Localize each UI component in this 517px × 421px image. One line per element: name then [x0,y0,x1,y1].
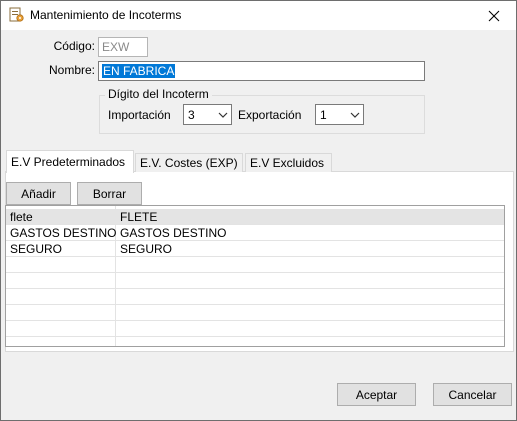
nombre-field[interactable]: EN FABRICA [98,61,425,81]
empty-row[interactable] [6,305,504,321]
importacion-select[interactable]: 3 [183,104,232,125]
extra-expenses-grid[interactable]: flete FLETE GASTOS DESTINO GASTOS DESTIN… [5,205,505,347]
exportacion-value: 1 [320,108,327,122]
tab-label: E.V Excluidos [250,156,325,170]
title-bar: Mantenimiento de Incoterms [1,1,516,30]
delete-button[interactable]: Borrar [77,182,142,205]
codigo-value: EXW [102,40,130,54]
window-title: Mantenimiento de Incoterms [30,8,182,22]
row-code: GASTOS DESTINO [10,226,117,240]
chevron-down-icon [218,112,228,118]
importacion-label: Importación [108,108,171,122]
row-code: flete [10,210,33,224]
table-row[interactable]: flete FLETE [6,209,504,225]
app-icon [8,7,24,23]
empty-row[interactable] [6,273,504,289]
accept-button[interactable]: Aceptar [337,383,416,406]
nombre-label: Nombre: [48,63,95,77]
row-name: GASTOS DESTINO [120,226,227,240]
codigo-label: Código: [53,39,95,53]
table-row[interactable]: GASTOS DESTINO GASTOS DESTINO [6,225,504,241]
row-name: FLETE [120,210,158,224]
exportacion-select[interactable]: 1 [315,104,364,125]
tab-label: E.V Predeterminados [11,155,126,169]
tab-ev-excluidos[interactable]: E.V Excluidos [245,153,332,172]
empty-row[interactable] [6,321,504,337]
add-button[interactable]: Añadir [6,182,71,205]
table-row[interactable]: SEGURO SEGURO [6,241,504,257]
cancel-button[interactable]: Cancelar [433,383,512,406]
tab-ev-costes-exp[interactable]: E.V. Costes (EXP) [135,153,243,172]
exportacion-label: Exportación [238,108,302,122]
tab-label: E.V. Costes (EXP) [140,156,238,170]
chevron-down-icon [350,112,360,118]
empty-row[interactable] [6,257,504,273]
tab-ev-predeterminados[interactable]: E.V Predeterminados [6,150,134,173]
empty-row[interactable] [6,289,504,305]
row-name: SEGURO [120,242,173,256]
codigo-field[interactable]: EXW [98,37,148,57]
close-button[interactable] [472,1,516,30]
importacion-value: 3 [188,108,195,122]
row-code: SEGURO [10,242,63,256]
close-icon [488,10,500,21]
nombre-value: EN FABRICA [102,64,176,78]
digito-group-title: Dígito del Incoterm [105,87,212,101]
incoterms-dialog: Mantenimiento de Incoterms Código: EXW N… [0,0,517,421]
